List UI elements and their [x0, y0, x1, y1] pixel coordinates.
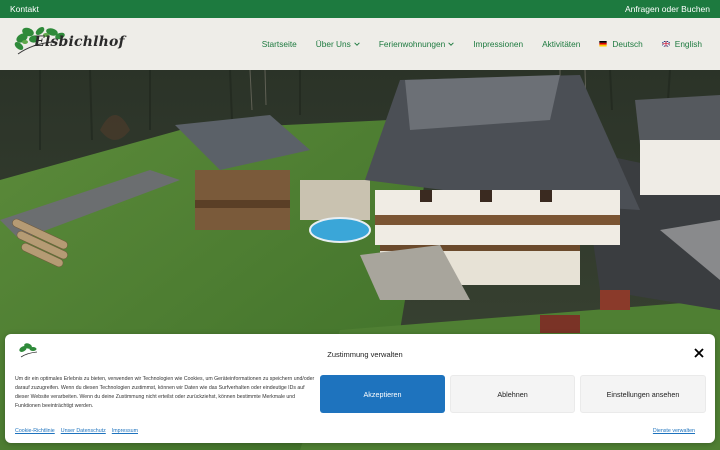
- contact-link[interactable]: Kontakt: [10, 4, 39, 14]
- nav-startseite[interactable]: Startseite: [262, 39, 297, 49]
- gb-flag-icon: [661, 41, 670, 47]
- nav-label: Über Uns: [315, 39, 351, 49]
- lang-deutsch[interactable]: Deutsch: [599, 39, 643, 49]
- cookie-title: Zustimmung verwalten: [327, 350, 403, 359]
- nav-ferienwohnungen[interactable]: Ferienwohnungen: [379, 39, 454, 49]
- view-settings-button[interactable]: Einstellungen ansehen: [580, 375, 706, 413]
- site-header: Elsbichlhof Startseite Über Uns Ferienwo…: [0, 18, 720, 70]
- privacy-link[interactable]: Unser Datenschutz: [61, 428, 106, 434]
- cookie-description: Um dir ein optimales Erlebnis zu bieten,…: [15, 376, 315, 409]
- nav-label: Ferienwohnungen: [378, 39, 446, 49]
- nav-label: English: [674, 39, 702, 49]
- nav-label: Deutsch: [612, 39, 643, 49]
- chevron-down-icon: [354, 42, 360, 46]
- imprint-link[interactable]: Impressum: [112, 428, 138, 434]
- cookie-consent-banner: Zustimmung verwalten Um dir ein optimale…: [5, 334, 715, 443]
- nav-aktivitaeten[interactable]: Aktivitäten: [542, 39, 580, 49]
- top-bar: Kontakt Anfragen oder Buchen: [0, 0, 720, 18]
- booking-link[interactable]: Anfragen oder Buchen: [625, 4, 710, 14]
- main-nav: Startseite Über Uns Ferienwohnungen Impr…: [262, 18, 702, 70]
- lang-english[interactable]: English: [661, 39, 702, 49]
- close-icon[interactable]: [694, 348, 704, 358]
- nav-label: Impressionen: [473, 39, 524, 49]
- accept-button[interactable]: Akzeptieren: [320, 375, 445, 413]
- manage-services-link[interactable]: Dienste verwalten: [653, 428, 695, 434]
- cookie-policy-link[interactable]: Cookie-Richtlinie: [15, 428, 55, 434]
- nav-label: Startseite: [261, 39, 297, 49]
- deny-button[interactable]: Ablehnen: [450, 375, 575, 413]
- nav-impressionen[interactable]: Impressionen: [473, 39, 523, 49]
- nav-ueber-uns[interactable]: Über Uns: [316, 39, 360, 49]
- de-flag-icon: [599, 41, 608, 47]
- logo-wordmark: Elsbichlhof: [34, 34, 125, 50]
- site-logo[interactable]: Elsbichlhof: [12, 22, 125, 66]
- chevron-down-icon: [448, 42, 454, 46]
- cookie-policy-links: Cookie-Richtlinie Unser Datenschutz Impr…: [15, 428, 138, 434]
- nav-label: Aktivitäten: [542, 39, 581, 49]
